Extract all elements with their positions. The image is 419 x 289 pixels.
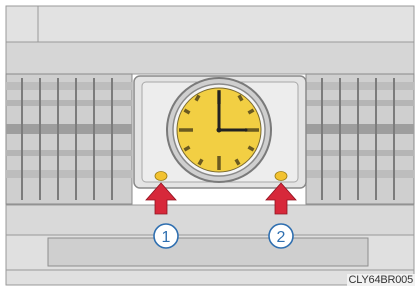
analog-clock [166, 77, 272, 183]
image-code-label: CLY64BR005 [346, 274, 415, 286]
callout-1: 1 [153, 223, 179, 249]
right-air-vent [305, 73, 415, 205]
hour-adjust-button[interactable] [154, 171, 168, 181]
dashboard-lower-strip [5, 204, 415, 236]
callout-2-number: 2 [277, 229, 286, 246]
display-slot [47, 237, 369, 267]
minute-adjust-button[interactable] [274, 171, 288, 181]
dashboard-illustration: 1 2 [0, 0, 419, 289]
dashboard-upper-strip [5, 41, 415, 75]
dashboard-top-panel [5, 5, 415, 43]
callout-1-number: 1 [162, 229, 171, 246]
callout-2: 2 [268, 223, 294, 249]
left-air-vent [5, 73, 133, 205]
